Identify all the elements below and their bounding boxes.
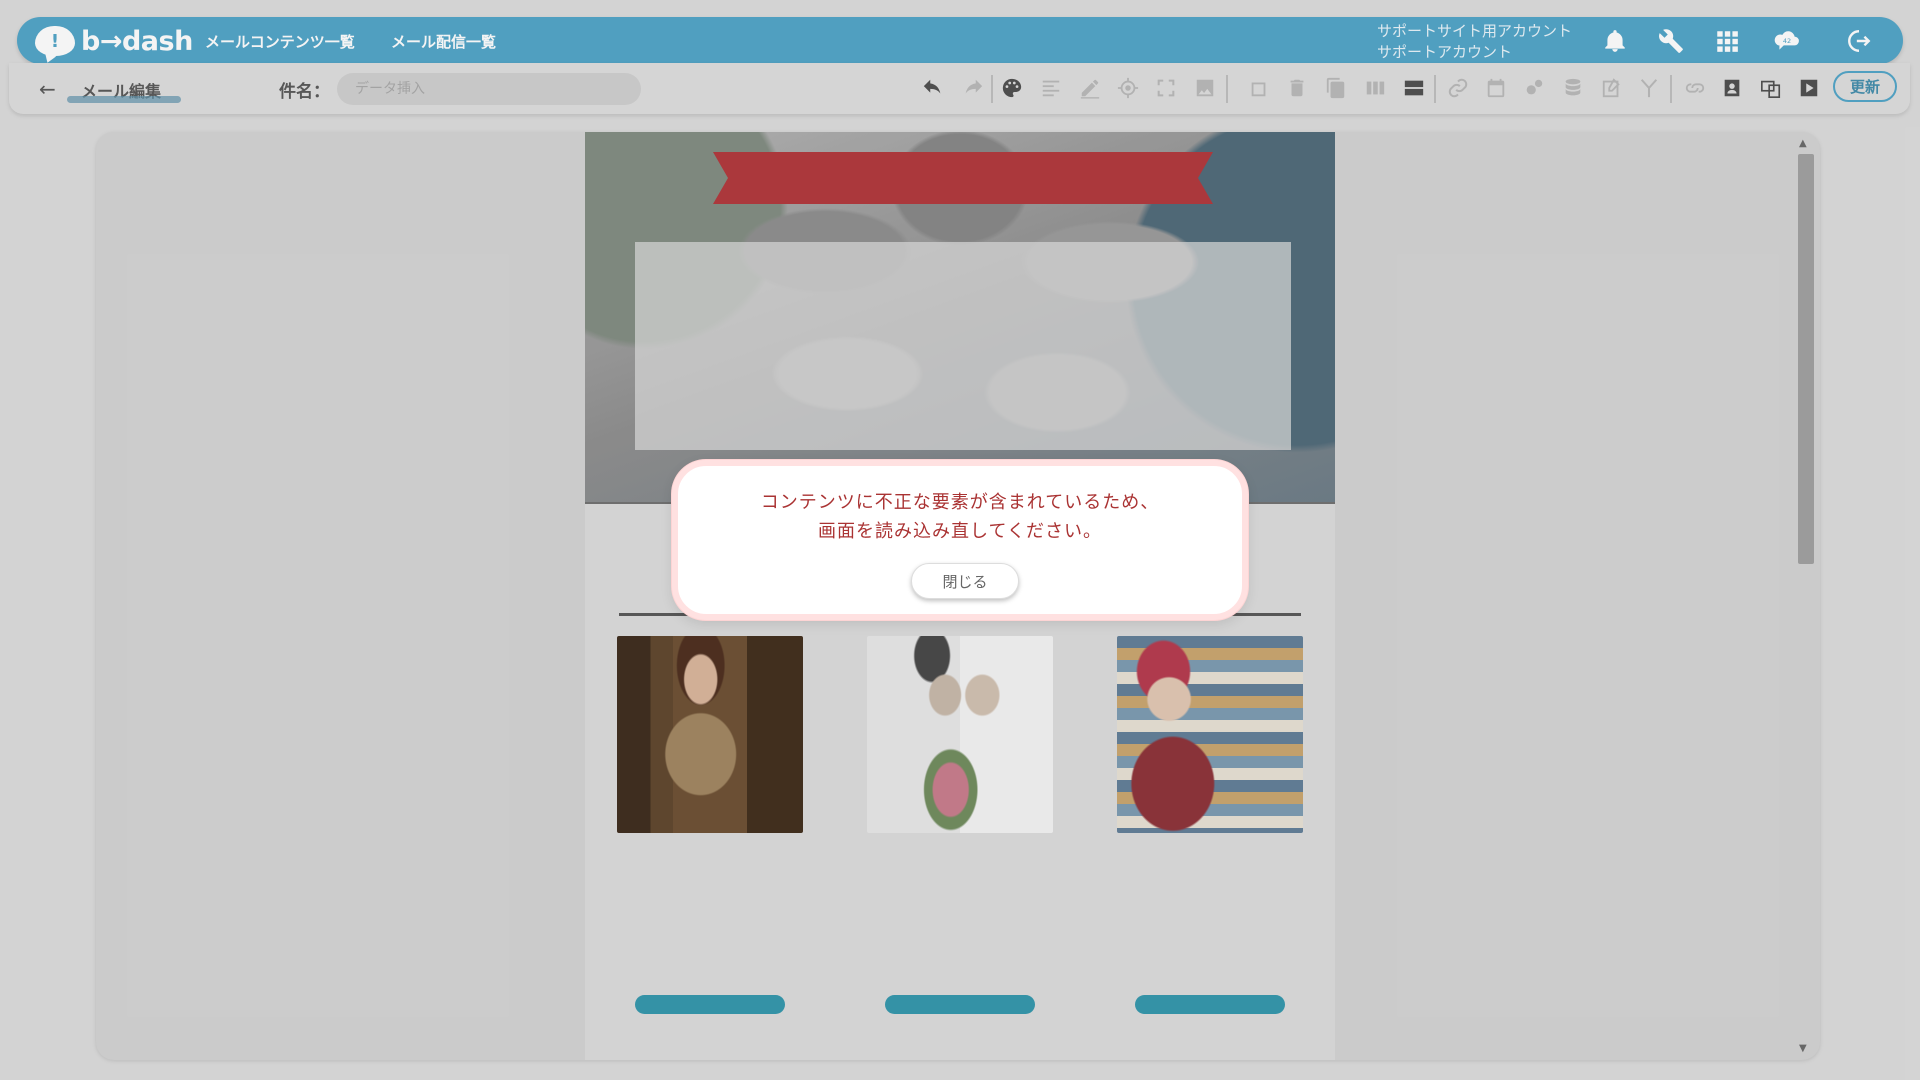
error-message: コンテンツに不正な要素が含まれているため、 画面を読み込み直してください。 bbox=[678, 488, 1242, 546]
error-message-line1: コンテンツに不正な要素が含まれているため、 bbox=[760, 492, 1160, 513]
error-message-line2: 画面を読み込み直してください。 bbox=[818, 521, 1102, 542]
error-dialog: コンテンツに不正な要素が含まれているため、 画面を読み込み直してください。 閉じ… bbox=[672, 460, 1248, 620]
close-button[interactable]: 閉じる bbox=[911, 563, 1019, 599]
